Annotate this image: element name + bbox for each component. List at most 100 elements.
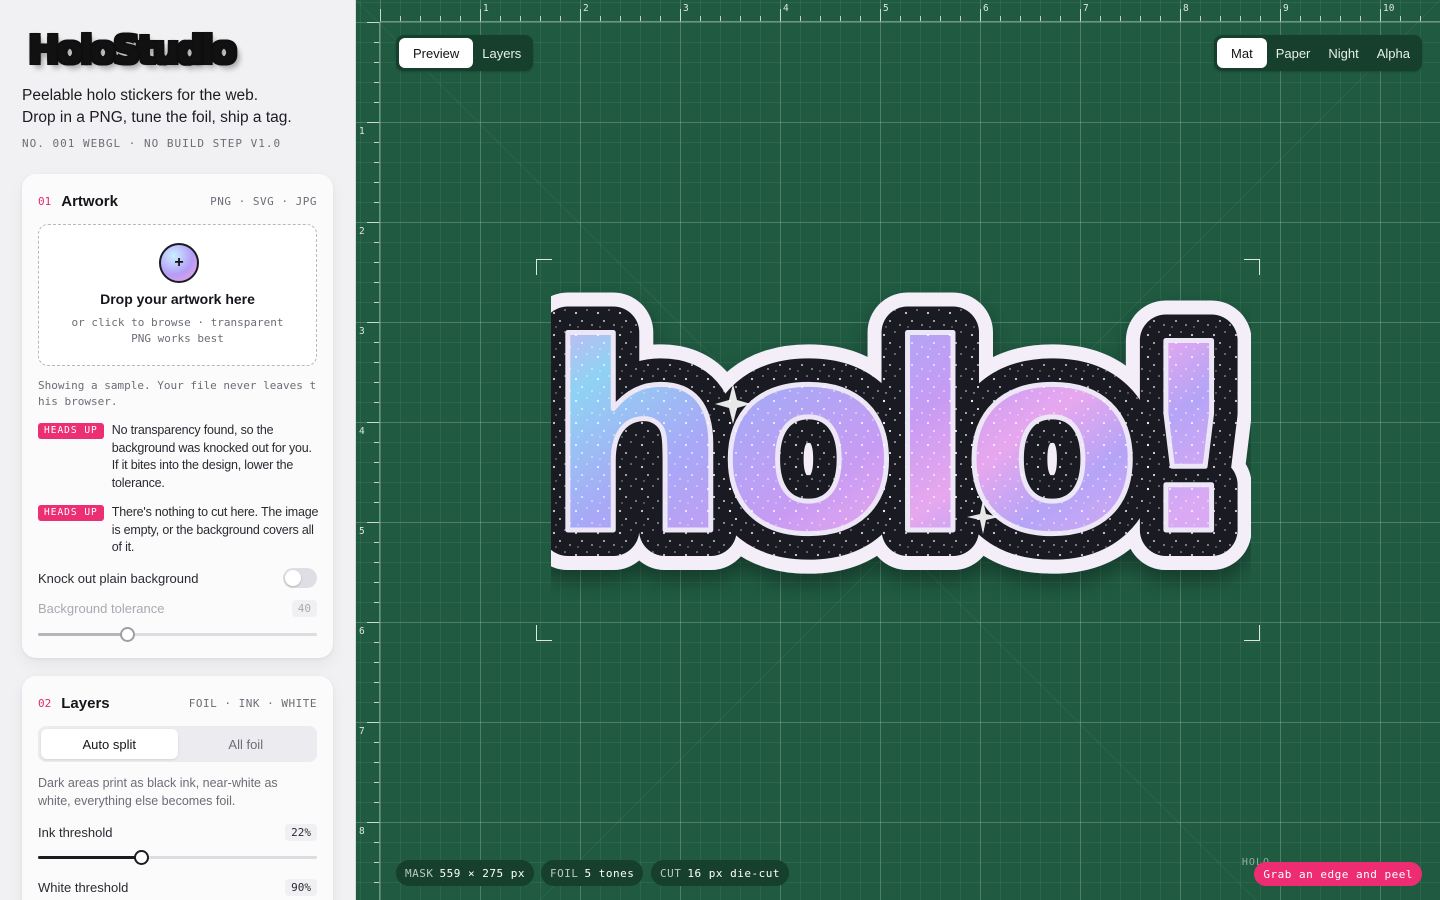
- artwork-dropzone[interactable]: + Drop your artwork here or click to bro…: [38, 224, 317, 366]
- ruler-tick: [367, 122, 379, 123]
- bg-night-button[interactable]: Night: [1319, 38, 1367, 68]
- ruler-tick: [1400, 16, 1401, 21]
- ruler-tick: [1240, 16, 1241, 21]
- crop-mark: [536, 625, 552, 641]
- dropzone-title: Drop your artwork here: [100, 291, 255, 307]
- ink-slider-thumb[interactable]: [134, 850, 150, 865]
- ruler-tick: [374, 382, 379, 383]
- ink-threshold-value: 22%: [285, 824, 317, 841]
- tagline: Peelable holo stickers for the web. Drop…: [22, 85, 342, 129]
- ruler-tick: [720, 16, 721, 21]
- ruler-tick: [1420, 16, 1421, 21]
- app-logo: HoloStudio: [28, 28, 237, 72]
- background-tabs: Mat Paper Night Alpha: [1214, 35, 1422, 71]
- heads-up-badge: HEADS UP: [38, 505, 104, 521]
- ruler-tick: [580, 9, 581, 21]
- cut-chip-value: 16 px die-cut: [687, 866, 780, 880]
- ink-threshold-slider[interactable]: [38, 850, 317, 865]
- tagline-line-2: Drop in a PNG, tune the foil, ship a tag…: [22, 109, 292, 126]
- ruler-number: 8: [1183, 3, 1189, 14]
- notice: HEADS UP No transparency found, so the b…: [38, 422, 320, 492]
- ruler-tick: [374, 802, 379, 803]
- ruler-vertical: 1 2 3 4 5 6 7 8: [356, 22, 380, 900]
- foil-chip: FOIL 5 tones: [541, 860, 644, 886]
- ruler-number: 6: [359, 626, 365, 637]
- ruler-tick: [1300, 16, 1301, 21]
- ruler-tick: [660, 16, 661, 21]
- tolerance-label: Background tolerance: [38, 601, 165, 616]
- ruler-tick: [420, 16, 421, 21]
- ruler-tick: [367, 822, 379, 823]
- bg-paper-button[interactable]: Paper: [1267, 38, 1320, 68]
- ruler-tick: [760, 16, 761, 21]
- tab-preview[interactable]: Preview: [399, 38, 474, 68]
- ruler-tick: [367, 522, 379, 523]
- ruler-tick: [980, 9, 981, 21]
- ruler-tick: [367, 322, 379, 323]
- ruler-tick: [780, 9, 781, 21]
- ink-threshold-row: Ink threshold 22%: [38, 824, 317, 841]
- ruler-tick: [1220, 16, 1221, 21]
- notice: HEADS UP There's nothing to cut here. Th…: [38, 504, 320, 557]
- ruler-tick: [374, 142, 379, 143]
- ruler-tick: [640, 16, 641, 21]
- knockout-toggle[interactable]: [283, 568, 317, 588]
- ruler-number: 1: [359, 126, 365, 137]
- bg-alpha-button[interactable]: Alpha: [1368, 38, 1419, 68]
- section-number: 01: [38, 194, 52, 208]
- peel-hint[interactable]: Grab an edge and peel: [1254, 862, 1422, 886]
- ruler-number: 9: [1283, 3, 1289, 14]
- bg-mat-button[interactable]: Mat: [1217, 38, 1267, 68]
- notice-text: There's nothing to cut here. The image i…: [111, 505, 319, 554]
- tolerance-slider-fill: [38, 633, 128, 636]
- sticker-foil-sparkle: holo!: [551, 290, 1236, 592]
- ruler-tick: [374, 882, 379, 883]
- ruler-tick: [520, 16, 521, 21]
- layers-card-header: 02 Layers FOIL · INK · WHITE: [38, 694, 317, 712]
- dropzone-hint: or click to browse · transparent PNG wor…: [71, 316, 284, 345]
- tolerance-slider-thumb[interactable]: [120, 627, 136, 642]
- layers-card: 02 Layers FOIL · INK · WHITE Auto split …: [22, 676, 333, 900]
- sticker-canvas[interactable]: 1 2 3 4 5 6 7 8 9 10 1 2 3 4 5 6 7 8 Preview Layers Mat …: [356, 0, 1440, 900]
- ruler-tick: [920, 16, 921, 21]
- ruler-tick: [374, 542, 379, 543]
- accepted-formats: PNG · SVG · JPG: [210, 194, 317, 208]
- ruler-tick: [374, 562, 379, 563]
- crop-mark: [536, 259, 552, 275]
- ruler-number: 5: [359, 526, 365, 537]
- ruler-number: 10: [1383, 3, 1395, 14]
- ruler-tick: [374, 102, 379, 103]
- ruler-tick: [374, 842, 379, 843]
- version-meta: NO. 001 WEBGL · NO BUILD STEP V1.0: [22, 137, 282, 150]
- ruler-tick: [374, 682, 379, 683]
- tolerance-slider[interactable]: [38, 627, 317, 642]
- ruler-tick: [374, 602, 379, 603]
- auto-split-button[interactable]: Auto split: [41, 729, 178, 759]
- ruler-tick: [800, 16, 801, 21]
- ink-threshold-label: Ink threshold: [38, 825, 113, 840]
- tab-layers[interactable]: Layers: [473, 38, 530, 68]
- all-foil-button[interactable]: All foil: [178, 729, 315, 759]
- ruler-tick: [374, 282, 379, 283]
- section-title: Layers: [61, 694, 110, 712]
- sample-note: Showing a sample. Your file never leaves…: [38, 379, 317, 408]
- ruler-tick: [600, 16, 601, 21]
- ruler-tick: [1080, 9, 1081, 21]
- foil-chip-key: FOIL: [550, 866, 579, 880]
- ruler-tick: [480, 9, 481, 21]
- ruler-tick: [1320, 16, 1321, 21]
- ruler-tick: [1380, 9, 1381, 21]
- layer-kinds: FOIL · INK · WHITE: [188, 696, 317, 710]
- ruler-tick: [374, 42, 379, 43]
- ruler-tick: [374, 82, 379, 83]
- ruler-tick: [374, 362, 379, 363]
- notice-text: No transparency found, so the background…: [111, 423, 312, 490]
- white-threshold-label: White threshold: [38, 880, 129, 895]
- holo-sticker[interactable]: holo! holo! holo! holo! holo!: [551, 264, 1251, 644]
- ruler-tick: [1260, 16, 1261, 21]
- ruler-number: 3: [359, 326, 365, 337]
- ruler-number: 4: [359, 426, 365, 437]
- layers-description: Dark areas print as black ink, near-whit…: [38, 776, 278, 808]
- artwork-card: 01 Artwork PNG · SVG · JPG + Drop your a…: [22, 174, 333, 658]
- ruler-tick: [1060, 16, 1061, 21]
